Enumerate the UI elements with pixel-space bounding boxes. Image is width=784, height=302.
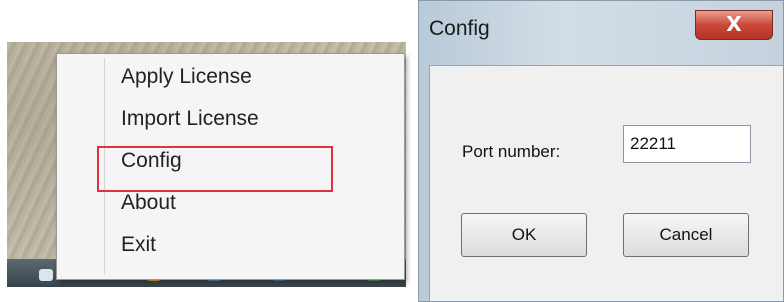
config-dialog: Config X Port number: OK Cancel (418, 0, 784, 302)
close-icon: X (726, 12, 742, 36)
dialog-client-area: Port number: OK Cancel (429, 65, 783, 301)
menu-item-import-license[interactable]: Import License (121, 100, 259, 138)
dialog-title: Config (429, 17, 490, 40)
menu-item-exit[interactable]: Exit (121, 226, 156, 264)
close-button[interactable]: X (695, 10, 773, 40)
port-number-input[interactable] (623, 125, 751, 163)
cancel-button[interactable]: Cancel (623, 213, 749, 257)
menu-item-apply-license[interactable]: Apply License (121, 58, 252, 96)
port-number-label: Port number: (462, 142, 561, 161)
ok-button[interactable]: OK (461, 213, 587, 257)
tray-app-icon[interactable] (39, 269, 53, 281)
config-highlight-box (97, 146, 333, 192)
